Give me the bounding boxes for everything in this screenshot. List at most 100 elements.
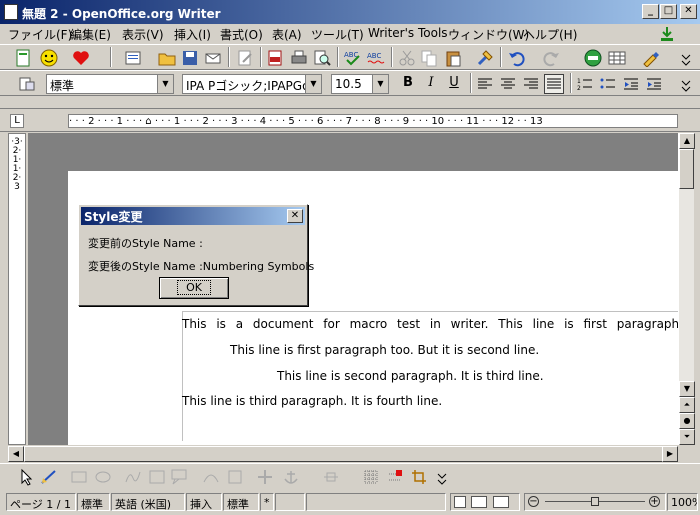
- rectangle-icon[interactable]: [70, 468, 88, 486]
- edit-file-icon[interactable]: [236, 49, 254, 67]
- menu-file[interactable]: ファイル(F): [8, 26, 72, 43]
- paragraph-style-select[interactable]: 標準 ▼: [46, 74, 174, 94]
- clone-formatting-icon[interactable]: [476, 49, 494, 67]
- table-icon[interactable]: [608, 49, 626, 67]
- cut-icon[interactable]: [398, 49, 416, 67]
- status-selection-mode[interactable]: 標準: [223, 493, 259, 511]
- print-icon[interactable]: [290, 49, 308, 67]
- zoom-out-icon[interactable]: −: [528, 496, 539, 507]
- menu-format[interactable]: 書式(O): [220, 26, 263, 43]
- dialog-close-button[interactable]: ✕: [287, 209, 303, 223]
- text-icon[interactable]: [148, 468, 166, 486]
- italic-button[interactable]: I: [421, 75, 441, 93]
- print-preview-icon[interactable]: [313, 49, 331, 67]
- fontwork-icon[interactable]: [202, 468, 220, 486]
- align-right-icon[interactable]: [522, 75, 540, 93]
- new-document-icon[interactable]: [14, 49, 32, 67]
- save-icon[interactable]: [181, 49, 199, 67]
- zoom-in-icon[interactable]: +: [649, 496, 660, 507]
- font-size-select[interactable]: 10.5 ▼: [331, 74, 389, 94]
- increase-indent-icon[interactable]: [645, 75, 663, 93]
- status-page[interactable]: ページ 1 / 1: [6, 493, 76, 511]
- heart-icon[interactable]: [72, 49, 90, 67]
- menu-writers-tools[interactable]: Writer's Tools: [368, 26, 448, 40]
- anchor-icon[interactable]: [282, 468, 300, 486]
- paragraph-3[interactable]: This line is second paragraph. It is thi…: [277, 369, 544, 383]
- minimize-button[interactable]: _: [642, 4, 659, 19]
- update-download-icon[interactable]: [658, 25, 676, 43]
- align-center-icon[interactable]: [499, 75, 517, 93]
- status-zoom[interactable]: 100%: [667, 493, 698, 511]
- tab-stop-icon[interactable]: L: [10, 114, 24, 128]
- horizontal-scrollbar[interactable]: ◀ ▶: [8, 446, 678, 462]
- next-page-button[interactable]: ⏷: [679, 429, 695, 445]
- menu-table[interactable]: 表(A): [272, 26, 302, 43]
- select-arrow-icon[interactable]: [18, 468, 36, 486]
- toolbar-splitter[interactable]: [0, 97, 700, 109]
- numbering-icon[interactable]: 12: [576, 75, 594, 93]
- multi-page-view-icon[interactable]: [471, 496, 487, 508]
- copy-icon[interactable]: [420, 49, 438, 67]
- paragraph-2[interactable]: This line is first paragraph too. But it…: [230, 343, 539, 357]
- paragraph-1[interactable]: This is a document for macro test in wri…: [182, 317, 678, 331]
- scroll-right-button[interactable]: ▶: [662, 446, 678, 462]
- menu-window[interactable]: ウィンドウ(W): [448, 26, 529, 43]
- grid-icon[interactable]: [362, 468, 380, 486]
- menu-edit[interactable]: 編集(E): [70, 26, 111, 43]
- status-modified[interactable]: *: [260, 493, 274, 511]
- zoom-slider[interactable]: − +: [524, 493, 666, 511]
- maximize-button[interactable]: □: [660, 4, 677, 19]
- decrease-indent-icon[interactable]: [622, 75, 640, 93]
- open-icon[interactable]: [124, 49, 142, 67]
- book-view-icon[interactable]: [493, 496, 509, 508]
- scroll-left-button[interactable]: ◀: [8, 446, 24, 462]
- bold-button[interactable]: B: [398, 75, 418, 93]
- bullets-icon[interactable]: [599, 75, 617, 93]
- scroll-down-button[interactable]: ▼: [679, 381, 695, 397]
- close-button[interactable]: ✕: [680, 4, 697, 19]
- points-icon[interactable]: [226, 468, 244, 486]
- chevron-down-icon[interactable]: ▼: [372, 75, 388, 93]
- paragraph-4[interactable]: This line is third paragraph. It is four…: [182, 394, 442, 408]
- single-page-view-icon[interactable]: [454, 496, 466, 508]
- scroll-up-button[interactable]: ▲: [679, 133, 695, 149]
- show-draw-functions-icon[interactable]: [642, 49, 660, 68]
- position-size-icon[interactable]: [256, 468, 274, 486]
- chevron-down-icon[interactable]: ▼: [157, 75, 173, 93]
- toolbar-more-arrow-icon[interactable]: [680, 49, 698, 67]
- toolbar-more-arrow-icon[interactable]: [680, 75, 698, 93]
- navigator-icon[interactable]: [584, 49, 602, 67]
- undo-icon[interactable]: [508, 49, 526, 67]
- align-objects-icon[interactable]: [322, 468, 340, 486]
- ok-button[interactable]: OK: [159, 277, 229, 299]
- styles-formatting-icon[interactable]: [18, 75, 36, 93]
- autospellcheck-icon[interactable]: ABC: [367, 49, 385, 67]
- export-pdf-icon[interactable]: [266, 49, 284, 67]
- justify-icon[interactable]: [544, 74, 564, 94]
- chevron-down-icon[interactable]: ▼: [305, 75, 321, 93]
- zoom-thumb[interactable]: [591, 497, 599, 506]
- align-left-icon[interactable]: [476, 75, 494, 93]
- freeform-line-icon[interactable]: [124, 468, 142, 486]
- spellcheck-icon[interactable]: ABC: [344, 49, 362, 67]
- callout-icon[interactable]: [170, 468, 188, 486]
- underline-button[interactable]: U: [444, 75, 464, 93]
- menu-insert[interactable]: 挿入(I): [174, 26, 211, 43]
- navigation-icon[interactable]: ●: [679, 413, 695, 429]
- vertical-ruler[interactable]: ·3·2·1·1·2·3: [8, 133, 26, 445]
- menu-tools[interactable]: ツール(T): [311, 26, 364, 43]
- email-icon[interactable]: [204, 49, 222, 67]
- previous-page-button[interactable]: ⏶: [679, 397, 695, 413]
- status-language[interactable]: 英語 (米国): [111, 493, 185, 511]
- status-signature[interactable]: [275, 493, 305, 511]
- horizontal-ruler[interactable]: L · · · 2 · · · 1 · · · ⌂ · · · 1 · · · …: [0, 110, 700, 132]
- scroll-thumb[interactable]: [24, 446, 664, 462]
- scroll-thumb[interactable]: [679, 149, 694, 189]
- ellipse-icon[interactable]: [94, 468, 112, 486]
- folder-icon[interactable]: [158, 49, 176, 67]
- line-icon[interactable]: [40, 468, 58, 486]
- vertical-scrollbar[interactable]: ▲ ▼ ⏶ ● ⏷: [678, 133, 695, 445]
- smiley-icon[interactable]: [40, 49, 58, 67]
- crop-icon[interactable]: [410, 468, 428, 486]
- helplines-icon[interactable]: [386, 468, 404, 486]
